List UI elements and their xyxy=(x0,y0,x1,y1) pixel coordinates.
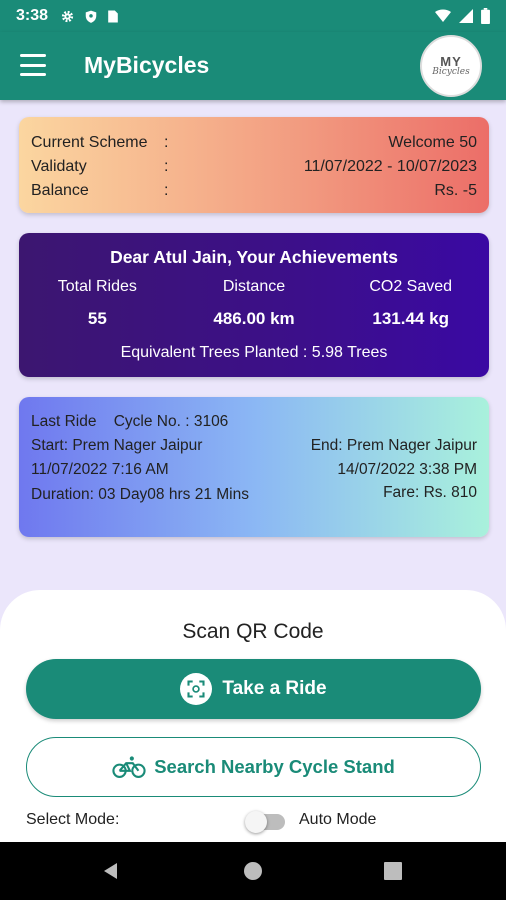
ride-start-time: 11/07/2022 7:16 AM xyxy=(31,461,169,478)
last-ride-header: Last Ride Cycle No. : 3106 xyxy=(31,413,228,431)
cellular-signal-icon xyxy=(459,9,473,23)
last-ride-title: Last Ride xyxy=(31,413,97,430)
system-nav-bar xyxy=(0,842,506,900)
brand-logo[interactable]: MY Bicycles xyxy=(420,35,482,97)
distance-value: 486.00 km xyxy=(213,309,295,328)
distance-label: Distance xyxy=(222,278,286,295)
achievements-title: Dear Atul Jain, Your Achievements xyxy=(110,247,398,267)
balance-label: Balance xyxy=(31,182,89,199)
shield-icon xyxy=(85,10,97,23)
battery-icon xyxy=(481,8,490,24)
action-sheet: Scan QR Code Take a Ride Search Nearby C… xyxy=(0,590,506,842)
cycle-number: Cycle No. : 3106 xyxy=(113,413,229,430)
co2-stat: CO2 Saved 131.44 kg xyxy=(332,278,489,329)
ride-duration: Duration: 03 Day08 hrs 21 Mins xyxy=(31,486,249,503)
sim-card-icon xyxy=(108,10,118,22)
ride-end-time: 14/07/2022 3:38 PM xyxy=(337,461,477,478)
home-icon[interactable] xyxy=(243,861,263,881)
toggle-knob xyxy=(245,811,267,833)
logo-text-bottom: Bicycles xyxy=(432,67,470,77)
search-cycle-stand-label: Search Nearby Cycle Stand xyxy=(154,756,395,777)
current-scheme-label: Current Scheme xyxy=(31,134,148,151)
take-ride-button[interactable]: Take a Ride xyxy=(26,659,481,719)
colon: : xyxy=(164,182,169,199)
balance-row: Balance : Rs. -5 xyxy=(31,179,477,203)
total-rides-label: Total Rides xyxy=(57,278,137,295)
colon: : xyxy=(164,158,169,175)
select-mode-label: Select Mode: xyxy=(26,811,120,828)
status-time: 3:38 xyxy=(16,7,49,24)
bicycle-icon xyxy=(112,756,146,778)
achievements-card: Dear Atul Jain, Your Achievements Total … xyxy=(19,233,489,377)
search-cycle-stand-button[interactable]: Search Nearby Cycle Stand xyxy=(26,737,481,797)
last-ride-card[interactable]: Last Ride Cycle No. : 3106 Start: Prem N… xyxy=(19,397,489,537)
scan-qr-title: Scan QR Code xyxy=(182,620,324,643)
validity-value: 11/07/2022 - 10/07/2023 xyxy=(303,158,477,175)
co2-value: 131.44 kg xyxy=(372,309,449,328)
current-scheme-value: Welcome 50 xyxy=(388,134,477,151)
menu-icon[interactable] xyxy=(20,54,46,76)
colon: : xyxy=(164,134,169,151)
auto-mode-toggle[interactable] xyxy=(245,811,285,833)
wifi-icon xyxy=(435,9,451,22)
total-rides-stat: Total Rides 55 xyxy=(19,278,176,329)
ride-start-location: Start: Prem Nager Jaipur xyxy=(31,437,203,454)
app-title: MyBicycles xyxy=(84,52,210,78)
scheme-card: Current Scheme : Welcome 50 Validaty : 1… xyxy=(19,117,489,213)
balance-value: Rs. -5 xyxy=(434,182,477,199)
auto-mode-label: Auto Mode xyxy=(299,811,377,828)
ride-fare: Fare: Rs. 810 xyxy=(383,484,477,501)
status-bar: 3:38 xyxy=(0,0,506,32)
total-rides-value: 55 xyxy=(87,309,107,328)
trees-planted-text: Equivalent Trees Planted : 5.98 Trees xyxy=(120,344,388,361)
recents-icon[interactable] xyxy=(384,861,402,881)
back-icon[interactable] xyxy=(101,861,121,881)
take-ride-label: Take a Ride xyxy=(222,678,327,699)
scheme-row: Current Scheme : Welcome 50 xyxy=(31,131,477,155)
validity-label: Validaty xyxy=(31,158,87,175)
distance-stat: Distance 486.00 km xyxy=(176,278,333,329)
co2-label: CO2 Saved xyxy=(369,278,453,295)
settings-icon xyxy=(61,10,74,22)
qr-scan-icon xyxy=(180,673,213,705)
app-bar: MyBicycles MY Bicycles xyxy=(0,32,506,100)
validity-row: Validaty : 11/07/2022 - 10/07/2023 xyxy=(31,155,477,179)
ride-end-location: End: Prem Nager Jaipur xyxy=(310,437,477,454)
